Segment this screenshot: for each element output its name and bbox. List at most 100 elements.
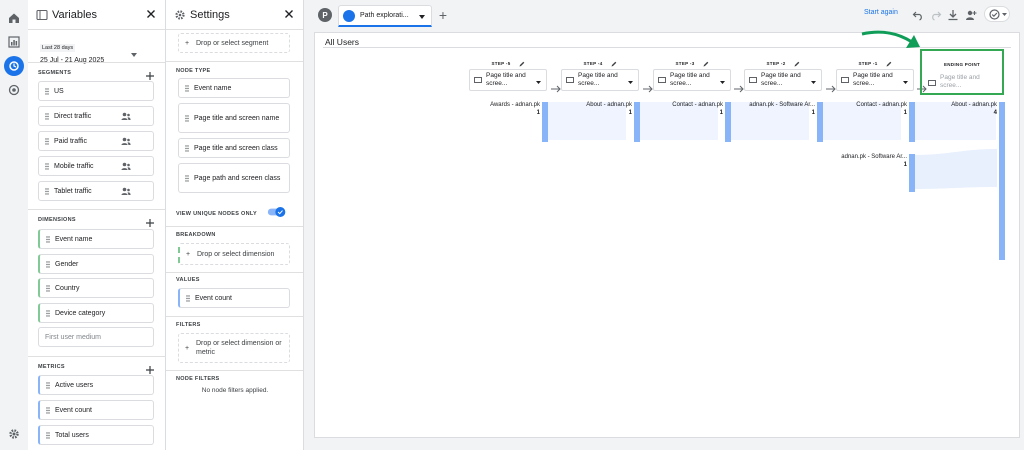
dimensions-heading: DIMENSIONS — [38, 217, 76, 223]
settings-gear-icon[interactable] — [6, 426, 22, 442]
unique-nodes-toggle[interactable] — [266, 207, 288, 217]
drag-handle-icon[interactable] — [185, 84, 189, 92]
segment-chip[interactable]: Mobile traffic — [38, 156, 154, 176]
dimension-chip[interactable]: Gender — [38, 254, 154, 274]
start-again-button[interactable]: Start again — [864, 9, 898, 16]
drag-handle-icon[interactable] — [46, 381, 50, 389]
dimension-chip[interactable]: Event name — [38, 229, 154, 249]
explore-icon[interactable] — [4, 56, 24, 76]
segment-chip[interactable]: Paid traffic — [38, 131, 154, 151]
step-node-type-select[interactable]: Page title and scree... — [561, 69, 639, 91]
drag-handle-icon[interactable] — [185, 114, 189, 122]
segment-chip[interactable]: Tablet traffic — [38, 181, 154, 201]
check-status-button[interactable] — [984, 6, 1010, 22]
drag-handle-icon[interactable] — [46, 309, 50, 317]
node-bar — [909, 154, 915, 192]
segment-drop-zone[interactable]: + Drop or select segment — [178, 33, 290, 53]
node-label: Awards - adnan.pk — [490, 102, 540, 108]
breakdown-drop-zone[interactable]: + Drop or select dimension — [178, 243, 290, 265]
ending-point-select[interactable]: Page title and scree... — [928, 74, 996, 90]
redo-icon[interactable] — [930, 8, 942, 21]
step-column: STEP -1 Page title and scree... — [836, 59, 914, 91]
metric-chip[interactable]: Total users — [38, 425, 154, 445]
dimension-placeholder[interactable]: First user medium — [38, 327, 154, 347]
plus-icon: + — [185, 39, 190, 47]
edit-pencil-icon[interactable] — [611, 61, 617, 67]
step-node-type-select[interactable]: Page title and scree... — [836, 69, 914, 91]
divider — [28, 209, 165, 210]
node-type-chip[interactable]: Page path and screen class — [178, 163, 290, 193]
edit-pencil-icon[interactable] — [703, 61, 709, 67]
reports-icon[interactable] — [6, 34, 22, 50]
share-user-icon[interactable] — [965, 8, 977, 20]
divider — [166, 370, 303, 371]
add-tab-button[interactable]: + — [436, 8, 450, 22]
step-node-type-select[interactable]: Page title and scree... — [469, 69, 547, 91]
drag-handle-icon[interactable] — [185, 174, 189, 182]
drag-handle-icon[interactable] — [185, 144, 189, 152]
divider — [166, 226, 303, 227]
chevron-down-icon[interactable] — [419, 14, 425, 19]
path-node[interactable]: adnan.pk - Software Ar... 1 — [723, 102, 823, 142]
home-icon[interactable] — [6, 10, 22, 26]
close-settings-icon[interactable] — [283, 8, 295, 20]
arrow-right-icon — [551, 80, 561, 93]
undo-icon[interactable] — [912, 8, 924, 21]
filters-drop-label: Drop or select dimension or metric — [196, 340, 282, 356]
add-segment-icon[interactable] — [145, 68, 155, 80]
values-heading: VALUES — [176, 277, 200, 283]
ending-point-column[interactable]: ENDING POINT Page title and scree... — [920, 49, 1004, 95]
drag-handle-icon[interactable] — [46, 431, 50, 439]
step-column: STEP -3 Page title and scree... — [653, 59, 731, 91]
add-dimension-icon[interactable] — [145, 215, 155, 227]
add-metric-icon[interactable] — [145, 362, 155, 374]
drag-handle-icon[interactable] — [46, 406, 50, 414]
step-node-type-select[interactable]: Page title and scree... — [653, 69, 731, 91]
path-node[interactable]: Contact - adnan.pk 1 — [815, 102, 915, 142]
path-node[interactable]: About - adnan.pk 1 — [540, 102, 640, 142]
drag-handle-icon[interactable] — [45, 137, 49, 145]
divider — [166, 316, 303, 317]
metric-chip[interactable]: Active users — [38, 375, 154, 395]
path-node[interactable]: Contact - adnan.pk 1 — [631, 102, 731, 142]
dimension-chip[interactable]: Country — [38, 278, 154, 298]
path-node[interactable]: adnan.pk - Software Ar... 1 — [815, 154, 915, 192]
tab-path-exploration[interactable]: Path explorati... — [338, 5, 432, 27]
metric-label: Active users — [55, 381, 94, 389]
advertising-icon[interactable] — [6, 82, 22, 98]
drag-handle-icon[interactable] — [45, 162, 49, 170]
close-variables-icon[interactable] — [145, 8, 157, 20]
drag-handle-icon[interactable] — [186, 294, 190, 302]
edit-pencil-icon[interactable] — [794, 61, 800, 67]
drag-handle-icon[interactable] — [46, 284, 50, 292]
path-node[interactable]: About - adnan.pk 4 — [905, 102, 1005, 260]
segment-label: Direct traffic — [54, 112, 92, 120]
chevron-down-icon[interactable] — [131, 44, 137, 57]
dimension-chip[interactable]: Device category — [38, 303, 154, 323]
path-node[interactable]: Awards - adnan.pk 1 — [448, 102, 548, 142]
step-node-type-select[interactable]: Page title and scree... — [744, 69, 822, 91]
drag-handle-icon[interactable] — [46, 260, 50, 268]
tab-bar: P Path explorati... + Start again — [304, 0, 1024, 30]
drag-handle-icon[interactable] — [46, 235, 50, 243]
drag-handle-icon[interactable] — [45, 187, 49, 195]
node-type-chip[interactable]: Page title and screen class — [178, 138, 290, 158]
node-type-chip[interactable]: Event name — [178, 78, 290, 98]
segment-drop-label: Drop or select segment — [196, 39, 269, 47]
filters-drop-zone[interactable]: + Drop or select dimension or metric — [178, 333, 290, 363]
avatar[interactable]: P — [318, 8, 332, 22]
drag-handle-icon[interactable] — [45, 112, 49, 120]
table-icon — [658, 77, 666, 83]
segment-label: US — [54, 87, 64, 95]
edit-pencil-icon[interactable] — [886, 61, 892, 67]
segment-chip[interactable]: Direct traffic — [38, 106, 154, 126]
metric-chip[interactable]: Event count — [38, 400, 154, 420]
segment-chip[interactable]: US — [38, 81, 154, 101]
download-icon[interactable] — [947, 8, 959, 21]
edit-pencil-icon[interactable] — [519, 61, 525, 67]
date-range-picker[interactable]: Last 28 days 25 Jul - 21 Aug 2025 — [40, 36, 104, 64]
node-type-chip[interactable]: Page title and screen name — [178, 103, 290, 133]
drag-handle-icon[interactable] — [45, 87, 49, 95]
values-chip[interactable]: Event count — [178, 288, 290, 308]
table-icon — [749, 77, 757, 83]
